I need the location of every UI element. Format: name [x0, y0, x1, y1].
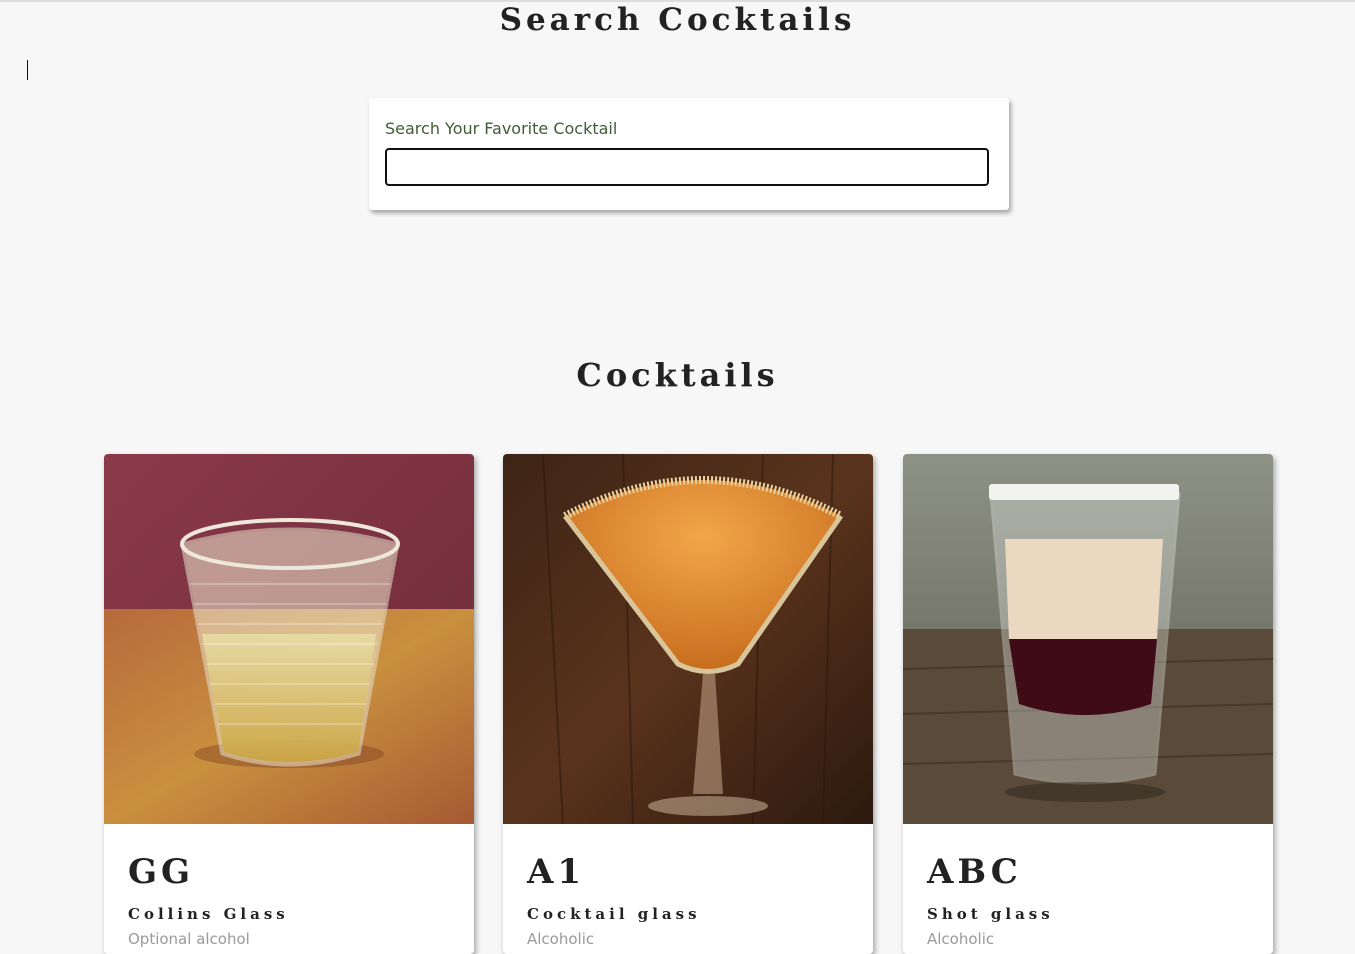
- page-title: Search Cocktails: [499, 2, 856, 38]
- cocktail-info: Alcoholic: [927, 930, 995, 948]
- cocktail-name: A1: [527, 852, 586, 892]
- cocktail-glass: Collins Glass: [128, 905, 289, 923]
- section-title: Cocktails: [576, 356, 779, 394]
- cocktail-glass: Cocktail glass: [527, 905, 701, 923]
- cocktail-glass: Shot glass: [927, 905, 1054, 923]
- search-label: Search Your Favorite Cocktail: [385, 119, 618, 138]
- cocktail-name: GG: [128, 852, 195, 892]
- cocktail-info: Alcoholic: [527, 930, 595, 948]
- cocktail-image-gg[interactable]: [104, 454, 474, 824]
- search-input[interactable]: [385, 148, 989, 186]
- cocktail-card-a1[interactable]: A1 Cocktail glass Alcoholic: [503, 454, 873, 954]
- text-caret: [27, 60, 28, 80]
- cocktail-card-gg[interactable]: GG Collins Glass Optional alcohol: [104, 454, 474, 954]
- cocktail-image-a1[interactable]: [503, 454, 873, 824]
- search-form: Search Your Favorite Cocktail: [369, 98, 1009, 210]
- cocktail-name: ABC: [927, 852, 1022, 892]
- cocktail-image-abc[interactable]: [903, 454, 1273, 824]
- cocktail-info: Optional alcohol: [128, 930, 250, 948]
- cocktail-card-abc[interactable]: ABC Shot glass Alcoholic: [903, 454, 1273, 954]
